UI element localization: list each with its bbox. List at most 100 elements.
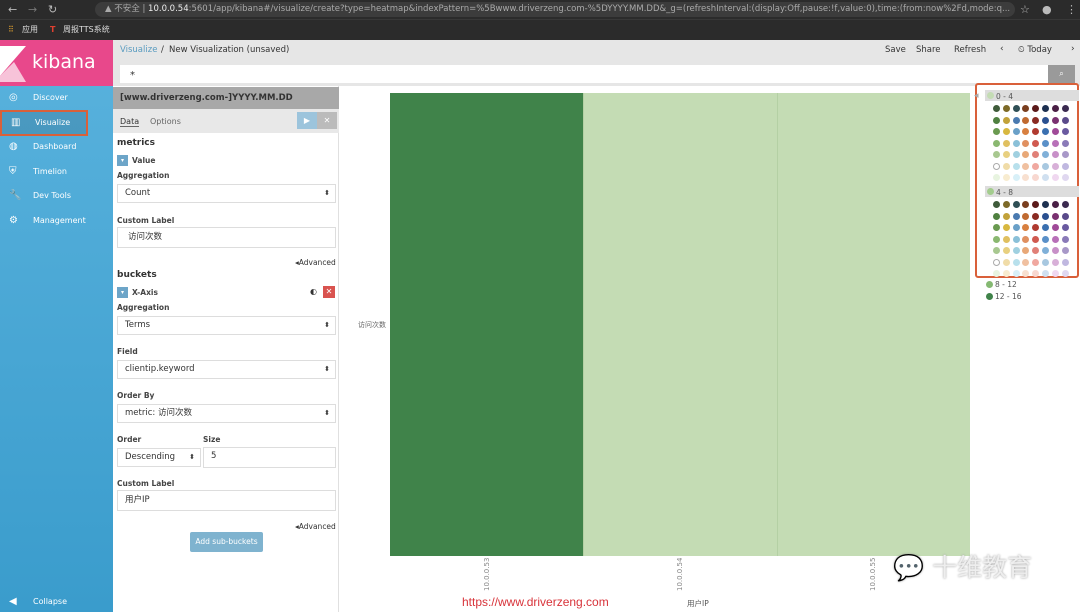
palette-color[interactable]: [1032, 258, 1040, 266]
palette-color[interactable]: [1051, 116, 1059, 124]
palette-color[interactable]: [1051, 258, 1059, 266]
query-input[interactable]: *: [120, 65, 1048, 83]
palette-color[interactable]: [1002, 105, 1010, 112]
disable-toggle-icon[interactable]: ◐: [310, 287, 317, 296]
palette-color[interactable]: [1022, 162, 1030, 170]
palette-color[interactable]: [1002, 224, 1010, 231]
palette-color[interactable]: [1022, 201, 1030, 208]
palette-color[interactable]: [1032, 201, 1040, 208]
palette-color[interactable]: [1051, 247, 1059, 254]
palette-color[interactable]: [1051, 212, 1059, 220]
palette-color[interactable]: [1051, 162, 1059, 170]
sidebar-item-dashboard[interactable]: ◍ Dashboard: [0, 136, 113, 158]
palette-color[interactable]: [1002, 247, 1010, 254]
forward-icon[interactable]: →: [28, 3, 37, 16]
palette-color[interactable]: [1051, 128, 1059, 135]
palette-color[interactable]: [1032, 235, 1040, 243]
palette-color[interactable]: [1002, 128, 1010, 135]
palette-color[interactable]: [1022, 224, 1030, 231]
palette-color[interactable]: [993, 224, 1000, 231]
kibana-logo[interactable]: kibana: [0, 40, 113, 86]
add-sub-buckets-button[interactable]: Add sub-buckets: [190, 532, 263, 552]
palette-color[interactable]: [1002, 235, 1010, 243]
search-button[interactable]: ⌕: [1048, 65, 1075, 83]
toggle-bucket-icon[interactable]: ▾: [117, 287, 128, 298]
palette-color[interactable]: [1061, 235, 1069, 243]
aggregation-select[interactable]: Count ⬍: [117, 184, 336, 203]
discard-button[interactable]: ✕: [317, 112, 337, 129]
palette-color[interactable]: [1042, 116, 1049, 124]
palette-color[interactable]: [1022, 151, 1030, 158]
profile-icon[interactable]: ●: [1042, 3, 1052, 16]
palette-color[interactable]: [1002, 116, 1010, 124]
palette-color[interactable]: [1042, 174, 1049, 181]
palette-color[interactable]: [1032, 105, 1040, 112]
palette-color[interactable]: [1051, 270, 1059, 277]
palette-color[interactable]: [1022, 212, 1030, 220]
palette-color[interactable]: [1002, 212, 1010, 220]
field-select[interactable]: clientip.keyword ⬍: [117, 360, 336, 379]
next-time-icon[interactable]: ›: [1071, 44, 1075, 54]
palette-color[interactable]: [1042, 162, 1049, 170]
palette-color[interactable]: [1012, 224, 1020, 231]
palette-color[interactable]: [1022, 258, 1030, 266]
palette-color[interactable]: [993, 258, 1000, 266]
palette-color[interactable]: [1022, 174, 1030, 181]
palette-color[interactable]: [1032, 162, 1040, 170]
palette-color[interactable]: [1012, 174, 1020, 181]
palette-color[interactable]: [1032, 270, 1040, 277]
address-bar[interactable]: ▲ 不安全 | 10.0.0.54:5601/app/kibana#/visua…: [95, 2, 1015, 17]
legend-item[interactable]: 8 - 12: [995, 280, 1017, 289]
palette-color[interactable]: [1051, 174, 1059, 181]
legend-toggle-icon[interactable]: ◂: [974, 91, 979, 101]
tab-options[interactable]: Options: [150, 117, 181, 126]
palette-color[interactable]: [1061, 224, 1069, 231]
palette-color[interactable]: [1042, 212, 1049, 220]
palette-color[interactable]: [1061, 258, 1069, 266]
bookmark-tts[interactable]: 周报TTS系统: [63, 20, 110, 40]
palette-color[interactable]: [993, 128, 1000, 135]
menu-icon[interactable]: ⋮: [1066, 3, 1077, 16]
palette-color[interactable]: [1012, 151, 1020, 158]
palette-color[interactable]: [1032, 116, 1040, 124]
bucket-custom-label-input[interactable]: 用户IP: [117, 490, 336, 511]
apply-button[interactable]: ▶: [297, 112, 317, 129]
palette-color[interactable]: [1051, 105, 1059, 112]
palette-color[interactable]: [1061, 270, 1069, 277]
toggle-metric-icon[interactable]: ▾: [117, 155, 128, 166]
sidebar-item-dev-tools[interactable]: 🔧 Dev Tools: [0, 185, 113, 207]
palette-color[interactable]: [1002, 151, 1010, 158]
palette-color[interactable]: [1042, 151, 1049, 158]
palette-color[interactable]: [1042, 247, 1049, 254]
palette-color[interactable]: [1032, 224, 1040, 231]
palette-color[interactable]: [1032, 151, 1040, 158]
order-select[interactable]: Descending ⬍: [117, 448, 201, 467]
palette-color[interactable]: [1061, 116, 1069, 124]
palette-color[interactable]: [993, 201, 1000, 208]
palette-color[interactable]: [1012, 201, 1020, 208]
palette-color[interactable]: [1061, 151, 1069, 158]
palette-color[interactable]: [1032, 128, 1040, 135]
palette-color[interactable]: [1002, 174, 1010, 181]
palette-color[interactable]: [1012, 139, 1020, 147]
bucket-aggregation-select[interactable]: Terms ⬍: [117, 316, 336, 335]
palette-color[interactable]: [1042, 139, 1049, 147]
palette-color[interactable]: [993, 174, 1000, 181]
bookmark-apps[interactable]: 应用: [22, 20, 38, 40]
palette-color[interactable]: [1051, 151, 1059, 158]
palette-color[interactable]: [1042, 224, 1049, 231]
palette-color[interactable]: [1051, 201, 1059, 208]
palette-color[interactable]: [1051, 235, 1059, 243]
palette-color[interactable]: [993, 105, 1000, 112]
palette-color[interactable]: [1042, 201, 1049, 208]
palette-color[interactable]: [1051, 224, 1059, 231]
palette-color[interactable]: [1022, 105, 1030, 112]
palette-color[interactable]: [1032, 247, 1040, 254]
share-button[interactable]: Share: [916, 45, 941, 55]
palette-color[interactable]: [1022, 270, 1030, 277]
palette-color[interactable]: [1022, 139, 1030, 147]
size-input[interactable]: 5: [203, 447, 336, 468]
heatmap-cell[interactable]: [390, 93, 584, 556]
palette-color[interactable]: [1002, 162, 1010, 170]
palette-color[interactable]: [993, 247, 1000, 254]
